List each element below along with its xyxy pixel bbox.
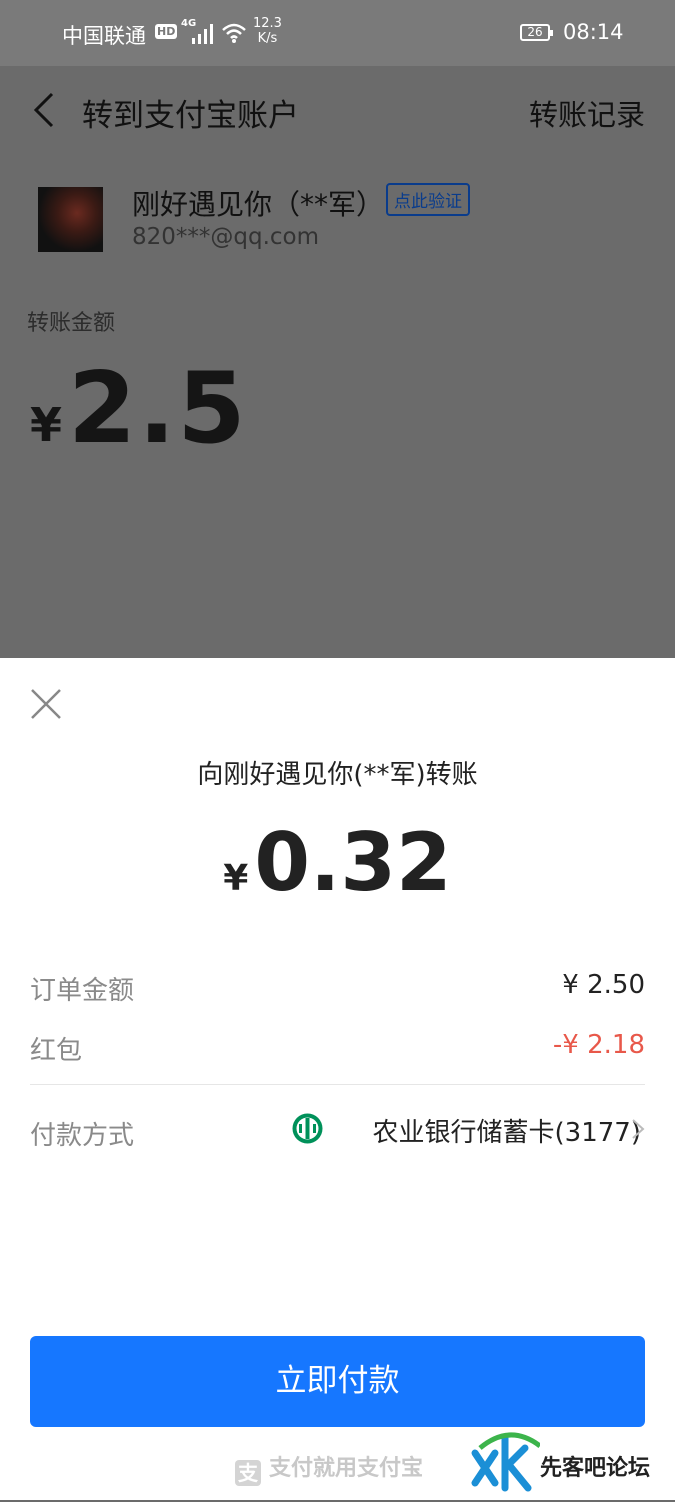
clock: 08:14 [563, 20, 624, 44]
speed-unit: K/s [257, 31, 278, 46]
red-packet-label: 红包 [30, 1036, 83, 1066]
back-arrow-icon[interactable] [28, 88, 62, 132]
status-bar: 中国联通 HD 4G 12.3 K/s 26 08:14 [0, 0, 675, 66]
order-amount-value: ¥ 2.50 [562, 970, 645, 1000]
abc-bank-icon [292, 1113, 323, 1144]
payment-sheet: 向刚好遇见你(**军)转账 ¥0.32 订单金额 ¥ 2.50 红包 -¥ 2.… [0, 658, 675, 1500]
payment-amount: ¥0.32 [0, 818, 675, 908]
nav-header: 转到支付宝账户 转账记录 [0, 66, 675, 156]
hd-badge: HD [155, 24, 178, 39]
signal-icon [192, 24, 213, 44]
page-title: 转到支付宝账户 [82, 98, 299, 134]
watermark-logo-icon [471, 1432, 542, 1492]
network-speed: 12.3 K/s [253, 16, 282, 46]
order-amount-label: 订单金额 [30, 976, 135, 1006]
pay-now-button[interactable]: 立即付款 [30, 1336, 645, 1427]
carrier-name: 中国联通 [62, 24, 146, 48]
watermark-text: 先客吧论坛 [540, 1455, 651, 1481]
recipient-account: 820***@qq.com [132, 224, 320, 250]
payment-title: 向刚好遇见你(**军)转账 [197, 760, 478, 790]
currency-symbol: ¥ [30, 398, 63, 452]
close-icon[interactable] [29, 687, 63, 721]
wifi-icon [222, 23, 246, 43]
speed-value: 12.3 [253, 16, 282, 31]
alipay-footer: 支支付就用支付宝 [235, 1450, 423, 1486]
recipient-avatar [38, 187, 103, 252]
payment-amount-value: 0.32 [254, 816, 452, 909]
verify-button[interactable]: 点此验证 [386, 183, 470, 216]
payment-method-label: 付款方式 [30, 1121, 135, 1151]
divider [30, 1084, 645, 1085]
payment-currency-symbol: ¥ [223, 858, 249, 899]
forum-watermark: 先客吧论坛 [470, 1428, 670, 1498]
recipient-name: 刚好遇见你（**军） [132, 188, 385, 221]
alipay-logo-icon: 支 [235, 1460, 261, 1486]
transfer-history-link[interactable]: 转账记录 [529, 92, 645, 134]
red-packet-value: -¥ 2.18 [552, 1030, 645, 1060]
battery-level: 26 [527, 25, 543, 39]
battery-icon: 26 [520, 24, 553, 41]
chevron-right-icon[interactable] [631, 1118, 645, 1140]
transfer-amount-value: 2.5 [68, 352, 248, 466]
transfer-amount-label: 转账金额 [27, 311, 116, 336]
payment-method-value[interactable]: 农业银行储蓄卡(3177) [373, 1112, 641, 1149]
footer-text: 支付就用支付宝 [269, 1456, 424, 1481]
